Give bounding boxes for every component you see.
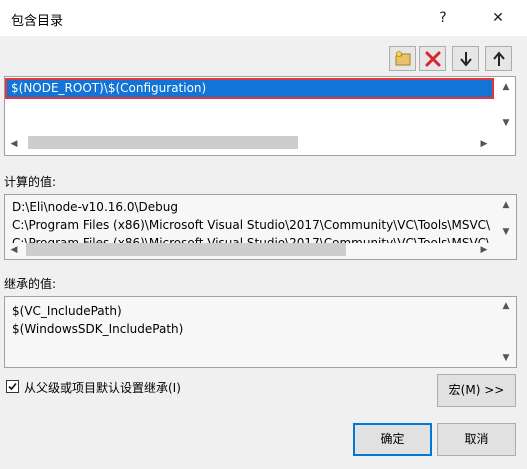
scroll-down-icon[interactable]: ▼ bbox=[498, 227, 514, 237]
move-up-icon bbox=[493, 51, 505, 66]
inherited-line: $(WindowsSDK_IncludePath) bbox=[12, 322, 184, 336]
h-scrollbar-thumb[interactable] bbox=[26, 243, 346, 256]
dialog-title: 包含目录 bbox=[11, 14, 64, 29]
scroll-up-icon[interactable]: ▲ bbox=[498, 301, 514, 311]
computed-line: C:\Program Files (x86)\Microsoft Visual … bbox=[12, 236, 490, 243]
entry-selected[interactable]: $(NODE_ROOT)\$(Configuration) bbox=[5, 78, 494, 99]
cancel-button[interactable]: 取消 bbox=[437, 423, 516, 456]
computed-line: D:\Eli\node-v10.16.0\Debug bbox=[12, 200, 178, 214]
move-down-button[interactable] bbox=[452, 46, 479, 71]
macros-button[interactable]: 宏(M) >> bbox=[437, 374, 516, 407]
move-down-icon bbox=[460, 52, 472, 67]
scroll-right-icon[interactable]: ▶ bbox=[478, 245, 490, 255]
new-line-button[interactable] bbox=[389, 46, 416, 71]
scroll-left-icon[interactable]: ◀ bbox=[8, 245, 20, 255]
computed-label: 计算的值: bbox=[4, 175, 57, 189]
scroll-down-icon[interactable]: ▼ bbox=[498, 118, 514, 128]
h-scrollbar-thumb[interactable] bbox=[28, 136, 298, 149]
computed-line: C:\Program Files (x86)\Microsoft Visual … bbox=[12, 218, 490, 232]
inherit-checkbox-label[interactable]: 从父级或项目默认设置继承(I) bbox=[24, 379, 181, 396]
help-button[interactable]: ? bbox=[432, 8, 454, 28]
scroll-left-icon[interactable]: ◀ bbox=[8, 139, 20, 149]
scroll-up-icon[interactable]: ▲ bbox=[498, 82, 514, 92]
ok-button[interactable]: 确定 bbox=[353, 423, 432, 456]
delete-button[interactable] bbox=[419, 46, 446, 71]
inherited-line: $(VC_IncludePath) bbox=[12, 304, 122, 318]
close-button[interactable]: ✕ bbox=[487, 8, 509, 28]
scroll-down-icon[interactable]: ▼ bbox=[498, 353, 514, 363]
check-icon bbox=[8, 382, 17, 391]
delete-icon bbox=[425, 51, 441, 67]
inherited-label: 继承的值: bbox=[4, 277, 57, 291]
scroll-right-icon[interactable]: ▶ bbox=[478, 139, 490, 149]
new-line-icon bbox=[395, 51, 411, 66]
move-up-button[interactable] bbox=[485, 46, 512, 71]
scroll-up-icon[interactable]: ▲ bbox=[498, 200, 514, 210]
inherit-checkbox[interactable] bbox=[6, 380, 19, 393]
